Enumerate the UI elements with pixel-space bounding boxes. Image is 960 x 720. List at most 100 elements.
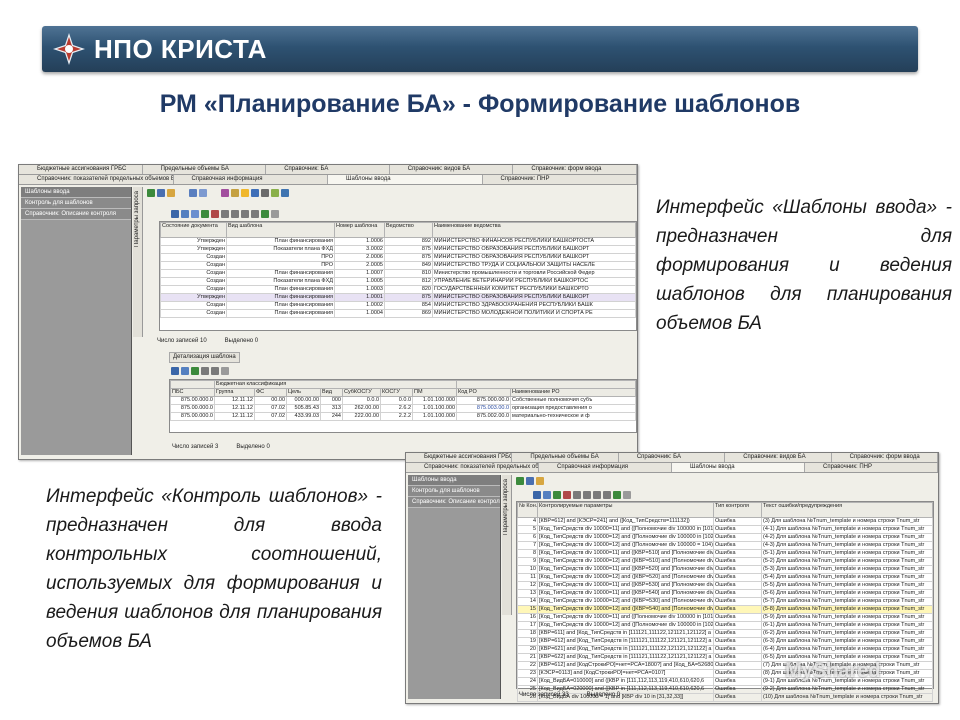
info-icon[interactable]	[171, 366, 179, 375]
sidebar-item[interactable]: Контроль для шаблонов	[408, 486, 500, 497]
column-header[interactable]: КОСГУ	[380, 388, 413, 397]
nav-next-icon[interactable]	[211, 366, 219, 375]
tab-item[interactable]: Справочник: видов БА	[725, 453, 832, 462]
table-row[interactable]: 10 [Код_ТипСредств div 10000=11] and ([КВ…	[517, 565, 933, 574]
plus-icon[interactable]	[261, 209, 269, 218]
save-icon[interactable]	[526, 476, 534, 485]
cancel-icon[interactable]	[271, 209, 279, 218]
nav-first-icon[interactable]	[573, 490, 581, 499]
tab-item[interactable]: Справочная информация	[174, 175, 328, 184]
list-icon[interactable]	[191, 209, 199, 218]
refresh-icon[interactable]	[171, 209, 179, 218]
refresh-icon[interactable]	[533, 490, 541, 499]
query-params-tab[interactable]: Параметры запроса	[133, 187, 143, 337]
sidebar-item[interactable]: Контроль для шаблонов	[21, 198, 131, 209]
column-header[interactable]: Номер шаблона	[334, 222, 385, 238]
tab-item[interactable]: Шаблоны ввода	[672, 463, 805, 472]
table-row[interactable]: 15 [Код_ТипСредств div 10000=12] and ([КВ…	[517, 605, 933, 614]
tab-item[interactable]: Справочник: форм ввода	[513, 165, 637, 174]
table-row[interactable]: 17 [Код_ТипСредств div 10000=12] and ([По…	[517, 621, 933, 630]
table-row[interactable]: Утвержден План финансирования 1.0001 875 МИН…	[160, 293, 636, 302]
column-header[interactable]: Наименование РО	[510, 388, 636, 397]
delete-icon[interactable]	[211, 209, 219, 218]
table-row[interactable]: Создан План финансирования 1.0002 854 МИНИСТ…	[160, 301, 636, 310]
folder-icon[interactable]	[536, 476, 544, 485]
column-header[interactable]: Код РО	[456, 388, 512, 397]
key-icon[interactable]	[231, 188, 239, 197]
star-icon[interactable]	[241, 188, 249, 197]
table-row[interactable]: Создан План финансирования 1.0007 810 Минист…	[160, 269, 636, 278]
nav-prev-icon[interactable]	[231, 209, 239, 218]
nav-prev-icon[interactable]	[583, 490, 591, 499]
print-icon[interactable]	[261, 188, 269, 197]
column-header[interactable]: ПМ	[411, 388, 458, 397]
table-row[interactable]: Создан План финансирования 1.0003 820 ГОСУДА…	[160, 285, 636, 294]
table-row[interactable]: Создан ПРО 2.0005 849 МИНИСТЕРСТВО ТРУДА И С…	[160, 261, 636, 270]
nav-next-icon[interactable]	[241, 209, 249, 218]
column-header[interactable]: ФС	[254, 388, 287, 397]
nav-last-icon[interactable]	[603, 490, 611, 499]
tab-item[interactable]: Предельные объемы БА	[512, 453, 619, 462]
column-header[interactable]: Цель	[286, 388, 321, 397]
table-row[interactable]: 4 [КВР=612] and [КЭСР=241] and ([Код_ТипС…	[517, 517, 933, 526]
table-icon[interactable]	[181, 209, 189, 218]
table-row[interactable]: 18 [КВР=611] and [Код_ТипСредств in [1111…	[517, 629, 933, 638]
table-row[interactable]: Утвержден План финансирования 1.0006 892 МИН…	[160, 237, 636, 246]
table-row[interactable]: 7 [Код_ТипСредств div 10000=12] and ([Пол…	[517, 541, 933, 550]
help-icon[interactable]	[281, 188, 289, 197]
tab-item[interactable]: Справочник: ПНР	[483, 175, 637, 184]
column-header[interactable]: Контролируемые параметры	[537, 502, 714, 518]
column-header[interactable]: Состояние документа	[160, 222, 227, 238]
column-header[interactable]: Текст ошибки/предупреждения	[761, 502, 933, 518]
table-row[interactable]: 12 [Код_ТипСредств div 10000=11] and ([КВ…	[517, 581, 933, 590]
column-header[interactable]: Ведомство	[384, 222, 433, 238]
tab-item[interactable]: Предельные объемы БА	[143, 165, 267, 174]
tab-item[interactable]: Справочник: видов БА	[390, 165, 514, 174]
tab-item[interactable]: Справочник: показателей предельных объем…	[19, 175, 174, 184]
column-header[interactable]: Вид шаблона	[226, 222, 335, 238]
column-header[interactable]: СубКОСГУ	[342, 388, 381, 397]
tab-item[interactable]: Бюджетные ассигнования ГРБС	[19, 165, 143, 174]
table-row[interactable]: 875.00.000.0 12.11.12 07.02 433.99.03 244 222…	[170, 412, 636, 421]
tab-item[interactable]: Шаблоны ввода	[328, 175, 483, 184]
check-icon[interactable]	[516, 476, 524, 485]
copy-icon[interactable]	[189, 188, 197, 197]
delete-icon[interactable]	[563, 490, 571, 499]
sidebar-item[interactable]: Шаблоны ввода	[408, 475, 500, 486]
cancel-icon[interactable]	[623, 490, 631, 499]
folder-icon[interactable]	[167, 188, 175, 197]
nav-next-icon[interactable]	[593, 490, 601, 499]
table-row[interactable]: Создан Показатели плана ФХД 1.0005 812 УПРАВ…	[160, 277, 636, 286]
table-row[interactable]: 8 [Код_ТипСредств div 10000=11] and ([КВР…	[517, 549, 933, 558]
table-row[interactable]: 16 [Код_ТипСредств div 10000=11] and ([По…	[517, 613, 933, 622]
nav-last-icon[interactable]	[251, 209, 259, 218]
tab-item[interactable]: Справочник: форм ввода	[832, 453, 938, 462]
table-row[interactable]: 14 [Код_ТипСредств div 10000=12] and ([КВ…	[517, 597, 933, 606]
nav-first-icon[interactable]	[201, 366, 209, 375]
column-header[interactable]: № Кон...	[517, 502, 538, 518]
table-row[interactable]: Создан ПРО 2.0006 875 МИНИСТЕРСТВО ОБРАЗОВАН…	[160, 253, 636, 262]
add-icon[interactable]	[201, 209, 209, 218]
check-icon[interactable]	[147, 188, 155, 197]
table-row[interactable]: 9 [Код_ТипСредств div 10000=12] and ([КВР…	[517, 557, 933, 566]
filter-icon[interactable]	[221, 188, 229, 197]
column-header[interactable]: Вид	[320, 388, 343, 397]
export-icon[interactable]	[271, 188, 279, 197]
table-row[interactable]: Утвержден Показатели плана ФХД 3.0002 875 МИ…	[160, 245, 636, 254]
tab-item[interactable]: Бюджетные ассигнования ГРБС	[406, 453, 513, 462]
tab-item[interactable]: Справочная информация	[539, 463, 672, 472]
paste-icon[interactable]	[199, 188, 207, 197]
table-icon[interactable]	[543, 490, 551, 499]
arrow-icon[interactable]	[251, 188, 259, 197]
table-row[interactable]: 11 [Код_ТипСредств div 10000=12] and ([КВ…	[517, 573, 933, 582]
table-row[interactable]: 6 [Код_ТипСредств div 10000=12] and ([Пол…	[517, 533, 933, 542]
cancel-icon[interactable]	[221, 366, 229, 375]
table-row[interactable]: 20 [КВР=621] and [Код_ТипСредств in [1111…	[517, 645, 933, 654]
table-row[interactable]: 13 [Код_ТипСредств div 10000=11] and ([КВ…	[517, 589, 933, 598]
column-header[interactable]: ПБС	[170, 388, 215, 397]
table-row[interactable]: Создан План финансирования 1.0004 869 МИНИСТ…	[160, 309, 636, 318]
column-header[interactable]: Наименование ведомства	[432, 222, 636, 238]
sidebar-item[interactable]: Справочник: Описание контроля	[21, 209, 131, 220]
nav-first-icon[interactable]	[221, 209, 229, 218]
column-header[interactable]: Группа	[214, 388, 255, 397]
